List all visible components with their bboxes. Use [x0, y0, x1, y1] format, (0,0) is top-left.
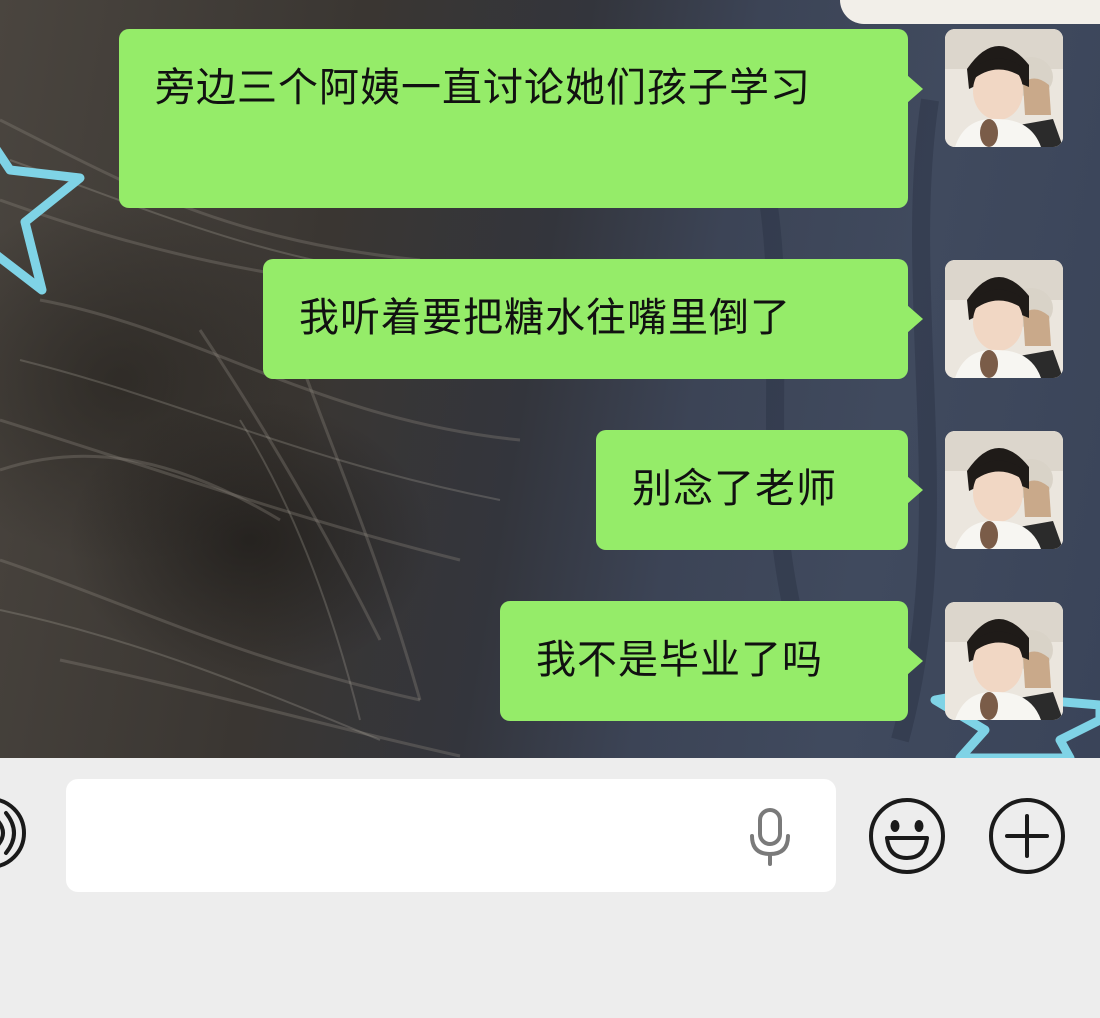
message-text: 我不是毕业了吗	[536, 637, 823, 683]
emoji-icon[interactable]	[867, 796, 947, 876]
wallpaper-highlight	[840, 0, 1100, 24]
message-text: 我听着要把糖水往嘴里倒了	[299, 295, 791, 341]
plus-icon[interactable]	[987, 796, 1067, 876]
microphone-icon[interactable]	[744, 808, 796, 868]
avatar[interactable]	[945, 431, 1063, 549]
avatar[interactable]	[945, 29, 1063, 147]
chat-screen: 旁边三个阿姨一直讨论她们孩子学习 我听着要把糖水往嘴里倒了 别念了老师 我不是毕…	[0, 0, 1100, 1018]
message-bubble[interactable]: 别念了老师	[596, 430, 923, 550]
message-input[interactable]	[66, 779, 836, 892]
avatar[interactable]	[945, 602, 1063, 720]
message-text: 旁边三个阿姨一直讨论她们孩子学习	[155, 65, 811, 111]
avatar[interactable]	[945, 260, 1063, 378]
message-bubble[interactable]: 我听着要把糖水往嘴里倒了	[263, 259, 923, 379]
message-text: 别念了老师	[632, 466, 837, 512]
message-bubble[interactable]: 我不是毕业了吗	[500, 601, 923, 721]
message-bubble[interactable]: 旁边三个阿姨一直讨论她们孩子学习	[119, 29, 923, 208]
